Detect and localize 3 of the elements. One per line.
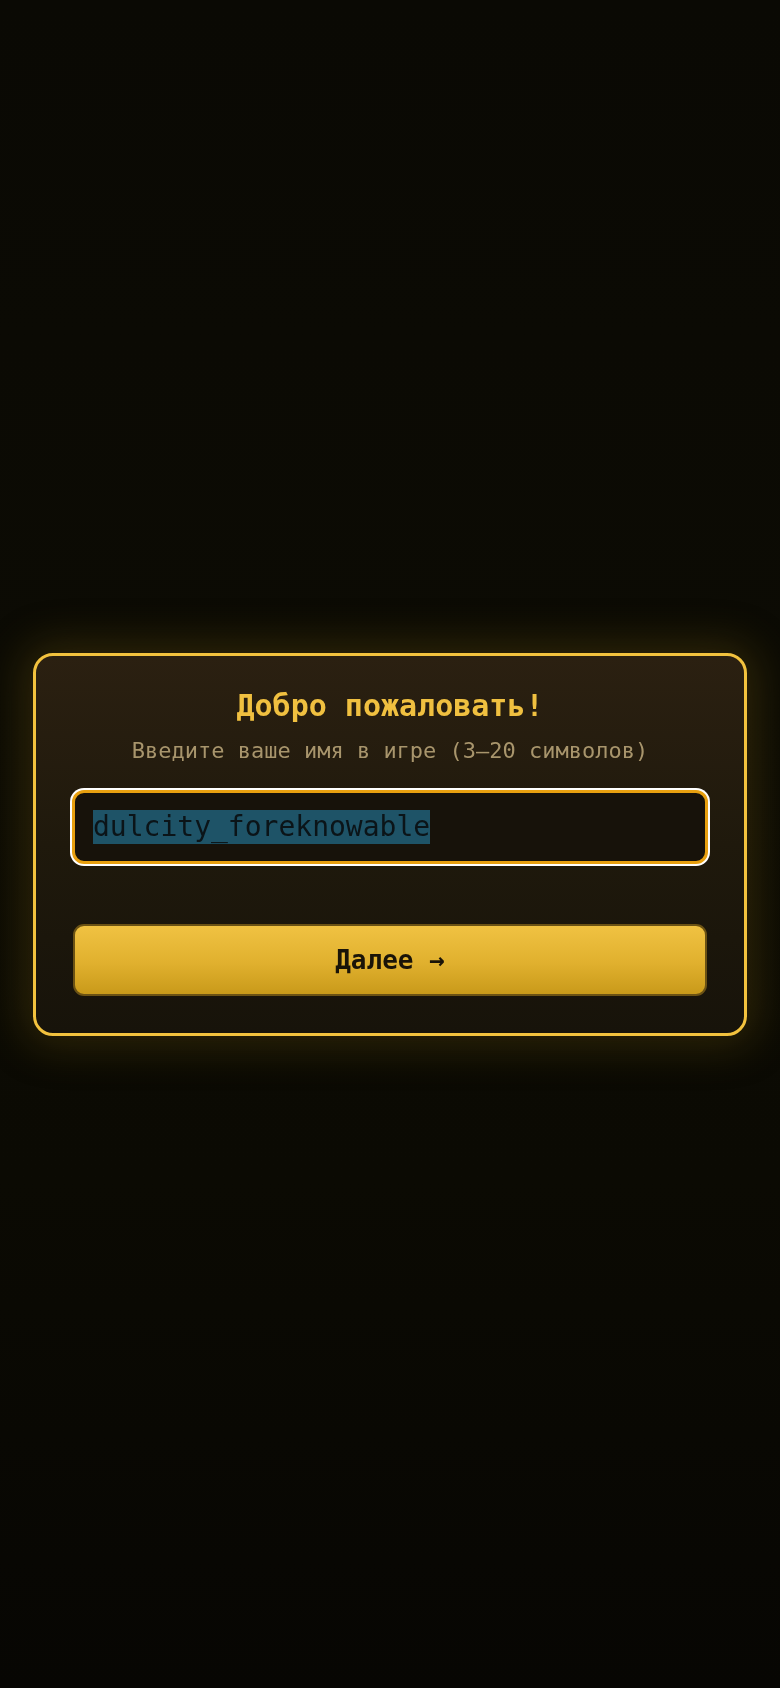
- dialog-title: Добро пожаловать!: [235, 686, 545, 725]
- next-button[interactable]: Далее →: [73, 923, 707, 996]
- dialog-subtitle: Введите ваше имя в игре (3–20 символов): [130, 736, 650, 765]
